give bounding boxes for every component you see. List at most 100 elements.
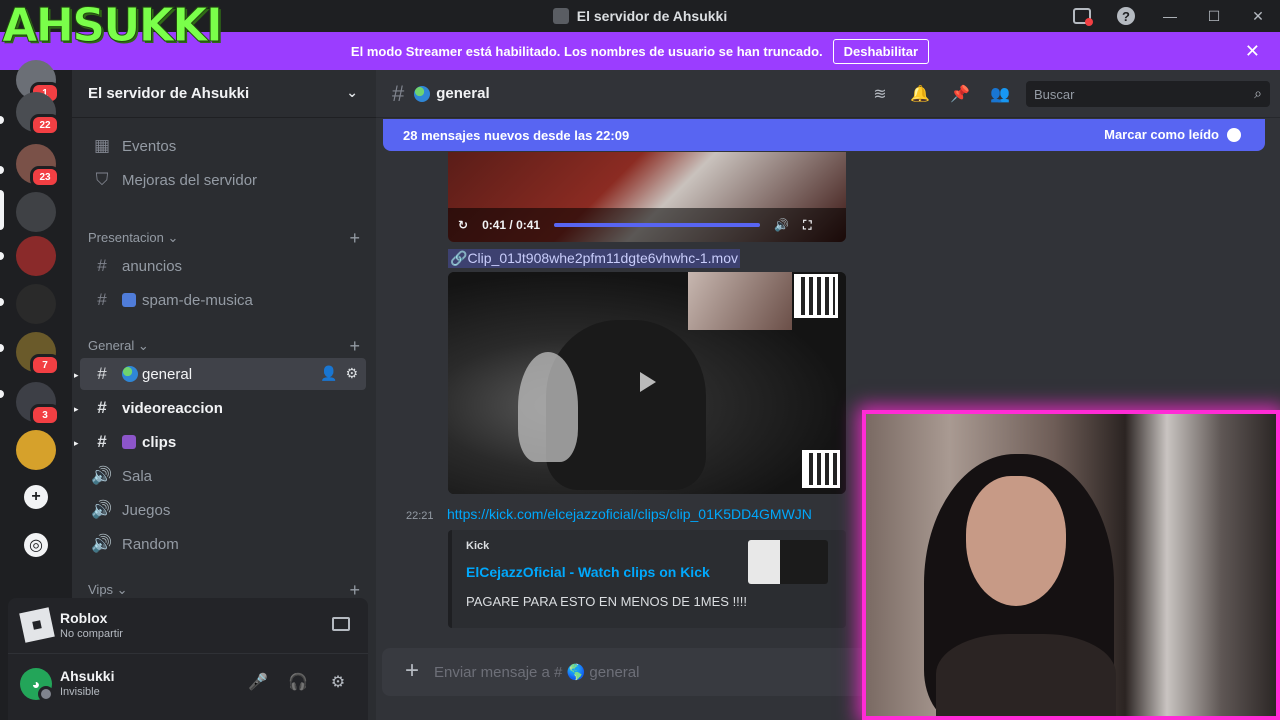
channel-anuncios[interactable]: # anuncios [80,250,366,282]
message-link[interactable]: https://kick.com/elcejazzoficial/clips/c… [447,506,857,522]
qr-code-icon [802,450,840,488]
server-icon[interactable] [16,284,56,324]
inbox-icon [1073,8,1093,26]
video-progress-bar[interactable] [554,223,761,227]
add-attachment-icon[interactable]: + [400,657,424,684]
voice-channel-sala[interactable]: 🔊 Sala [80,460,366,492]
category-label: General ⌄ [88,338,149,353]
members-icon[interactable]: 👥 [990,84,1010,104]
close-banner-icon[interactable]: ✕ [1245,41,1260,62]
unread-indicator-icon [74,370,80,378]
channel-spam-de-musica[interactable]: # spam-de-musica [80,284,366,316]
streamer-banner-text: El modo Streamer está habilitado. Los no… [350,43,823,59]
video-controls: ↻ 0:41 / 0:41 🔊 ⛶ [448,208,846,242]
microphone-icon[interactable]: 🎤 [246,670,270,694]
inbox-button[interactable] [1060,0,1104,32]
channel-videoreaccion[interactable]: # videoreaccion [80,392,366,424]
server-icon[interactable]: 3 [16,382,60,426]
music-emoji-icon [122,293,136,307]
add-channel-icon[interactable]: + [349,228,360,249]
clip-preview[interactable] [448,272,846,494]
close-window-button[interactable]: ✕ [1236,0,1280,32]
channel-label: general [142,365,193,383]
minimize-button[interactable]: — [1148,0,1192,32]
rail-unread-pill [0,344,4,352]
rail-unread-pill [0,298,4,306]
channel-clips[interactable]: # clips [80,426,366,458]
channel-label: clips [142,433,177,451]
rail-unread-pill [0,166,4,174]
chat-header: # general ≋ 🔔 📌 👥 Buscar ⌕ [376,70,1280,118]
channel-general[interactable]: # general 👤 ⚙ [80,358,366,390]
replay-icon[interactable]: ↻ [458,218,468,232]
add-server-button[interactable]: + [24,485,48,509]
server-icon[interactable] [16,236,56,276]
server-icon[interactable]: 22 [16,92,60,136]
speaker-icon: 🔊 [91,466,113,485]
attachment-link[interactable]: 🔗Clip_01Jt908whe2pfm11dgte6vhwhc-1.mov [448,249,741,268]
attachment-name: Clip_01Jt908whe2pfm11dgte6vhwhc-1.mov [467,250,739,266]
message-timestamp: 22:21 [406,510,434,522]
category-general[interactable]: General ⌄ + [88,336,368,356]
voice-channel-random[interactable]: 🔊 Random [80,528,366,560]
add-channel-icon[interactable]: + [349,336,360,357]
window-title-text: El servidor de Ahsukki [576,8,728,24]
streamer-webcam [862,410,1280,720]
activity-subtitle: No compartir [60,628,123,640]
invite-icon[interactable]: 👤 [320,365,337,382]
sidebar-item-mejoras[interactable]: ⛉ Mejoras del servidor [80,164,366,196]
fullscreen-icon[interactable]: ⛶ [803,218,811,233]
sidebar-item-label: Mejoras del servidor [122,171,258,189]
server-icon[interactable] [16,192,56,232]
embed-thumbnail[interactable] [748,540,828,584]
boost-icon: ⛉ [95,170,109,189]
server-icon[interactable]: 7 [16,332,60,376]
volume-icon[interactable]: 🔊 [774,218,789,232]
discover-servers-button[interactable]: ◎ [24,533,48,557]
category-label: Vips ⌄ [88,582,128,597]
gear-icon[interactable]: ⚙ [345,365,358,382]
hash-icon: # [97,432,107,451]
mark-as-read-button[interactable]: Marcar como leído [1104,127,1241,142]
headphones-icon[interactable]: 🎧 [286,670,310,694]
category-presentacion[interactable]: Presentacion ⌄ + [88,228,368,248]
streamer-overlay-logo: AHSUKKI [2,0,224,52]
pin-icon[interactable]: 📌 [950,84,970,104]
unread-indicator-icon [74,438,80,446]
activity-row[interactable]: Roblox No compartir [8,598,368,654]
embed-description: PAGARE PARA ESTO EN MENOS DE 1MES !!!! [466,594,748,609]
hash-icon: # [97,290,107,309]
channel-label: Juegos [122,501,171,519]
embed-title[interactable]: ElCejazzOficial - Watch clips on Kick [466,564,710,580]
sidebar-item-label: Eventos [122,137,177,155]
maximize-button[interactable]: ☐ [1192,0,1236,32]
status-indicator-icon [38,686,54,702]
play-icon[interactable] [640,372,656,392]
server-logo-icon [552,8,569,24]
search-input[interactable]: Buscar ⌕ [1026,81,1270,107]
disable-streamer-button[interactable]: Deshabilitar [832,38,930,64]
window-title: El servidor de Ahsukki [552,8,728,24]
category-vips[interactable]: Vips ⌄ + [88,580,368,600]
user-settings-icon[interactable]: ⚙ [326,670,350,694]
threads-icon[interactable]: ≋ [870,84,890,104]
hash-icon: # [97,256,107,275]
rail-selected-pill [0,190,4,230]
video-player[interactable]: ↻ 0:41 / 0:41 🔊 ⛶ [448,152,846,242]
webcam-person-face [966,476,1066,606]
bell-icon[interactable]: 🔔 [910,84,930,104]
server-icon[interactable] [16,430,56,470]
rail-unread-pill [0,116,4,124]
server-icon[interactable]: 23 [16,144,60,188]
mark-read-icon [1227,127,1241,142]
avatar[interactable]: ◕ [20,668,54,702]
voice-channel-juegos[interactable]: 🔊 Juegos [80,494,366,526]
server-header[interactable]: El servidor de Ahsukki ⌄ [72,70,376,118]
webcam-person-body [936,634,1116,716]
screen-share-icon[interactable] [332,617,350,631]
video-time: 0:41 / 0:41 [482,218,541,232]
sidebar-item-eventos[interactable]: ▦ Eventos [80,130,366,162]
help-button[interactable]: ? [1104,0,1148,32]
new-messages-bar[interactable]: 28 mensajes nuevos desde las 22:09 Marca… [383,119,1265,151]
video-progress-fill [554,223,761,227]
